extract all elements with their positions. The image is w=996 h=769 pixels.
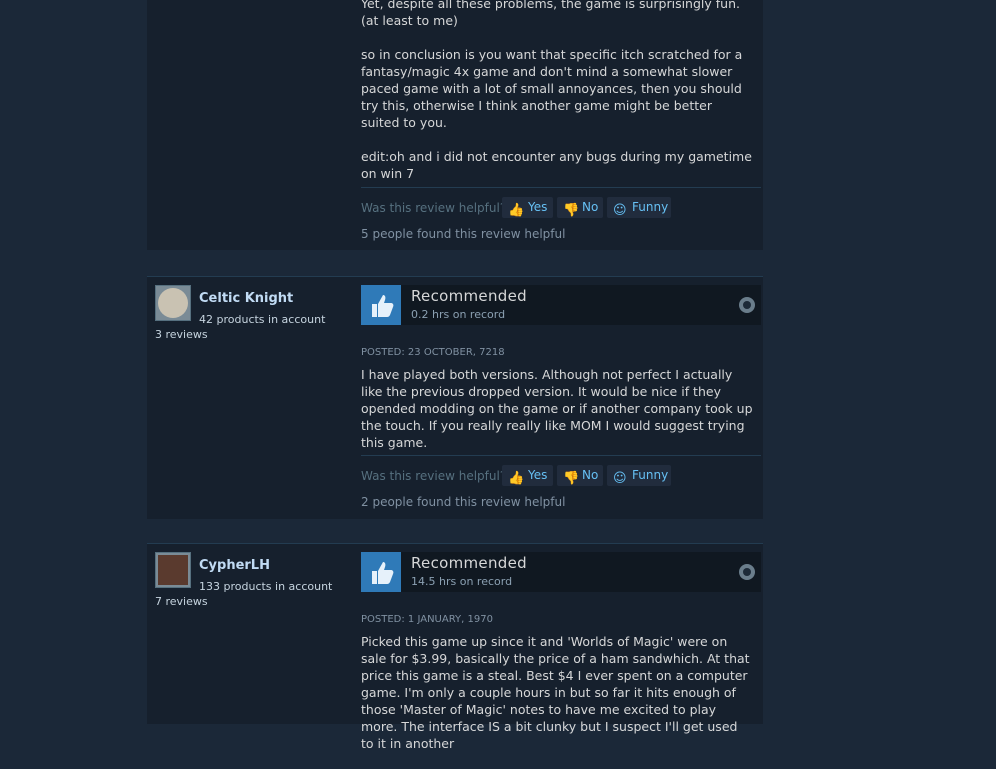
divider [361,187,761,188]
vote-no-button[interactable]: 👎 No [557,465,603,486]
vote-funny-button[interactable]: ☺ Funny [607,197,671,218]
smiley-icon: ☺ [613,203,627,218]
review-paragraph: I have played both versions. Although no… [361,367,753,450]
hours-on-record: 14.5 hrs on record [411,575,513,588]
vote-header[interactable]: Recommended 14.5 hrs on record [361,552,761,592]
vote-no-button[interactable]: 👎 No [557,197,603,218]
helpful-count: 5 people found this review helpful [361,227,566,241]
review-paragraph: so in conclusion is you want that specif… [361,47,743,130]
steam-icon [739,297,755,313]
vote-funny-button[interactable]: ☺ Funny [607,465,671,486]
reviewer-products: 133 products in account [199,580,333,593]
helpful-question: Was this review helpful? [361,201,507,215]
review-body: Yet, despite all these problems, the gam… [361,0,753,199]
helpful-count: 2 people found this review helpful [361,495,566,509]
posted-date: POSTED: 23 OCTOBER, 7218 [361,347,505,358]
review-card-1: Yet, despite all these problems, the gam… [147,0,763,250]
review-card-3: CypherLH 133 products in account 7 revie… [147,543,763,751]
avatar[interactable] [155,285,191,321]
avatar[interactable] [155,552,191,588]
thumbs-up-icon [361,552,401,592]
review-body: Picked this game up since it and 'Worlds… [361,633,753,769]
review-paragraph: Picked this game up since it and 'Worlds… [361,634,750,751]
recommendation-title: Recommended [411,287,527,305]
review-paragraph: Yet, despite all these problems, the gam… [361,0,740,28]
smiley-icon: ☺ [613,471,627,486]
divider [361,455,761,456]
thumbs-up-icon: 👍 [508,203,525,218]
vote-yes-button[interactable]: 👍 Yes [502,197,553,218]
recommendation-title: Recommended [411,554,527,572]
steam-icon [739,564,755,580]
vote-header[interactable]: Recommended 0.2 hrs on record [361,285,761,325]
review-paragraph: edit:oh and i did not encounter any bugs… [361,149,752,181]
reviewer-name[interactable]: CypherLH [199,558,270,573]
reviewer-review-count[interactable]: 7 reviews [155,595,208,608]
vote-yes-button[interactable]: 👍 Yes [502,465,553,486]
review-card-2: Celtic Knight 42 products in account 3 r… [147,276,763,519]
helpful-question: Was this review helpful? [361,469,507,483]
thumbs-up-icon: 👍 [508,471,525,486]
thumbs-up-icon [361,285,401,325]
review-body: I have played both versions. Although no… [361,366,753,468]
reviewer-products: 42 products in account [199,313,326,326]
reviewer-name[interactable]: Celtic Knight [199,291,293,306]
thumbs-down-icon: 👎 [563,471,580,486]
posted-date: POSTED: 1 JANUARY, 1970 [361,614,493,625]
hours-on-record: 0.2 hrs on record [411,308,506,321]
thumbs-down-icon: 👎 [563,203,580,218]
reviewer-review-count[interactable]: 3 reviews [155,328,208,341]
